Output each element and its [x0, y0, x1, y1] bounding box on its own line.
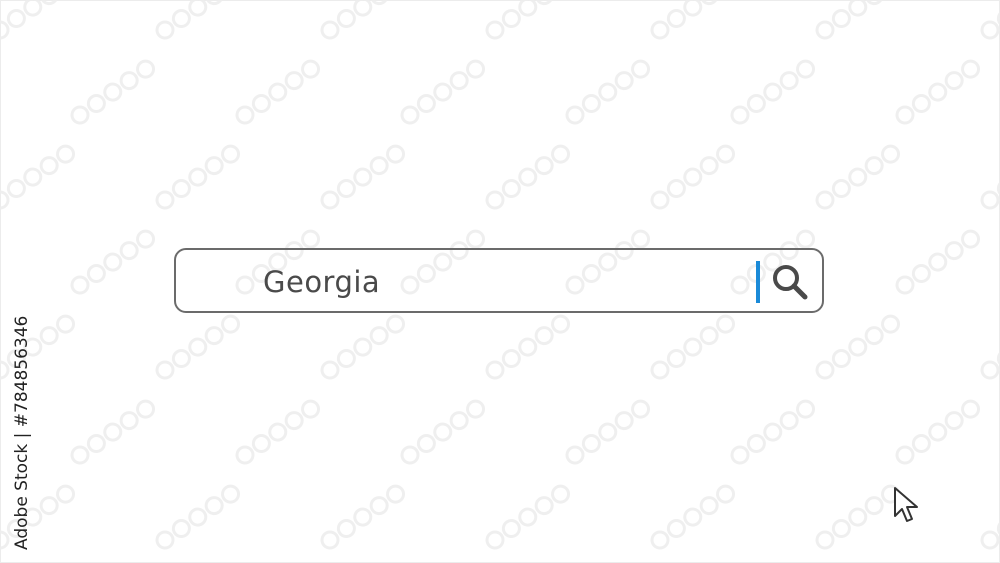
search-input[interactable]: Georgia: [263, 264, 380, 300]
stock-caption: Adobe Stock | #784856346: [12, 315, 32, 550]
search-button[interactable]: [768, 260, 812, 304]
arrow-cursor-icon: [894, 487, 918, 522]
search-bar[interactable]: Georgia: [174, 248, 824, 313]
text-caret: [756, 261, 760, 303]
magnifier-icon: [773, 265, 808, 300]
